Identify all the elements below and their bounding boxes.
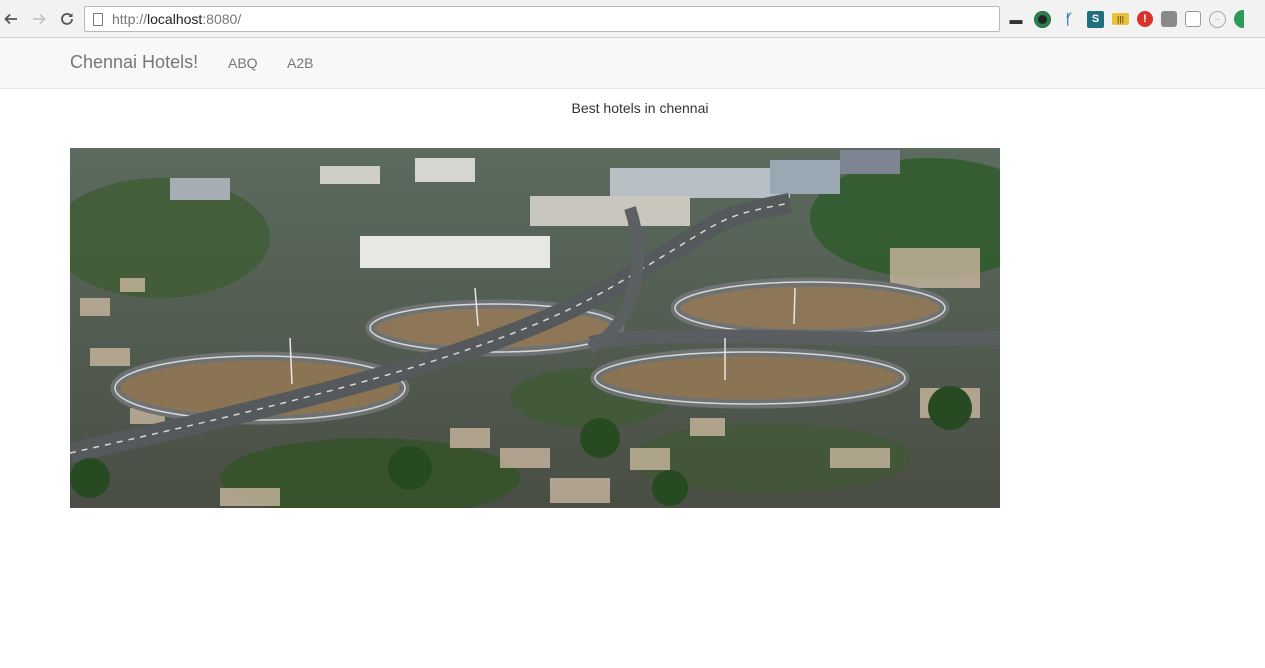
square-icon[interactable] (1185, 11, 1201, 27)
url-scheme: http:// (112, 11, 148, 27)
aerial-flyover-photo (70, 148, 1000, 508)
back-arrow-icon[interactable] (0, 8, 22, 30)
hero-image (70, 148, 1000, 508)
extensions-bar: ▬ ᚶ S ||| ! ·· (1006, 9, 1244, 29)
browser-toolbar: http://localhost:8080/ ▬ ᚶ S ||| ! ·· (0, 0, 1265, 38)
dots-icon[interactable]: ·· (1209, 10, 1226, 28)
s-extension-icon[interactable]: S (1087, 10, 1104, 28)
page-tagline: Best hotels in chennai (571, 100, 709, 116)
url-port: :8080/ (202, 11, 242, 27)
site-navbar: Chennai Hotels! ABQ A2B (0, 38, 1265, 89)
puzzle-icon[interactable] (1161, 11, 1177, 27)
color-wheel-icon[interactable] (1034, 10, 1051, 28)
url-host: localhost (147, 11, 203, 27)
address-bar[interactable]: http://localhost:8080/ (84, 6, 1000, 32)
glasses-icon[interactable]: ▬ (1006, 10, 1026, 28)
alert-icon[interactable]: ! (1137, 11, 1153, 27)
green-extension-icon[interactable] (1234, 10, 1244, 28)
page-icon (93, 12, 103, 26)
forward-arrow-icon[interactable] (28, 8, 50, 30)
bluetooth-icon[interactable]: ᚶ (1059, 10, 1079, 28)
nav-link-a2b[interactable]: A2B (287, 55, 313, 71)
brand-link[interactable]: Chennai Hotels! (70, 52, 198, 73)
reload-icon[interactable] (56, 8, 78, 30)
ruler-icon[interactable]: ||| (1112, 13, 1129, 25)
nav-link-abq[interactable]: ABQ (228, 55, 258, 71)
